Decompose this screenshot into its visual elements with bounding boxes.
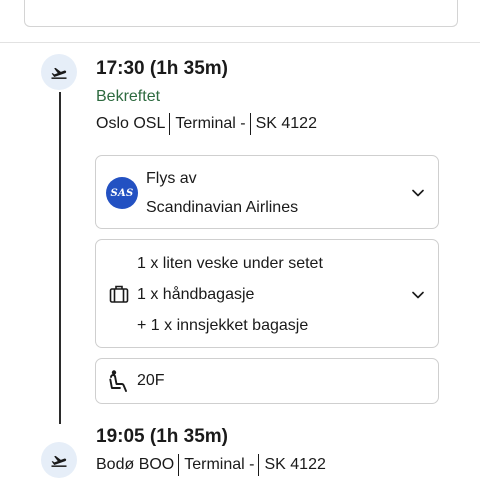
seat-card[interactable]: 20F [95, 358, 439, 404]
departure-icon [41, 54, 77, 90]
previous-card [24, 0, 458, 27]
baggage-item: + 1 x innsjekket bagasje [137, 317, 309, 334]
chevron-down-icon[interactable] [412, 291, 424, 299]
chevron-down-icon[interactable] [412, 189, 424, 197]
seat-number: 20F [137, 372, 165, 389]
arrival-icon [41, 442, 77, 478]
airline-name: Scandinavian Airlines [146, 199, 299, 216]
operated-by-label: Flys av [146, 170, 197, 187]
separator [178, 454, 180, 476]
sas-logo: SAS [106, 177, 138, 209]
luggage-icon [109, 285, 129, 303]
timeline-line [59, 92, 61, 424]
departure-route: Oslo OSL Terminal - SK 4122 [96, 113, 317, 135]
seat-icon [109, 370, 127, 392]
separator [258, 454, 260, 476]
section-divider [0, 42, 480, 43]
arrival-time: 19:05 (1h 35m) [96, 426, 229, 447]
baggage-card[interactable]: 1 x liten veske under setet 1 x håndbaga… [95, 239, 439, 348]
arrival-route: Bodø BOO Terminal - SK 4122 [96, 454, 326, 476]
flight-number: SK 4122 [264, 456, 326, 473]
arrival-airport: Bodø BOO [96, 456, 175, 473]
airline-card[interactable]: SAS Flys av Scandinavian Airlines [95, 155, 439, 229]
departure-terminal: Terminal - [175, 115, 246, 132]
departure-airport: Oslo OSL [96, 115, 166, 132]
separator [249, 113, 251, 135]
baggage-item: 1 x håndbagasje [137, 286, 255, 303]
separator [169, 113, 171, 135]
departure-time: 17:30 (1h 35m) [96, 58, 229, 79]
booking-status: Bekreftet [96, 88, 161, 105]
flight-number: SK 4122 [255, 115, 317, 132]
arrival-terminal: Terminal - [184, 456, 255, 473]
baggage-item: 1 x liten veske under setet [137, 255, 323, 272]
